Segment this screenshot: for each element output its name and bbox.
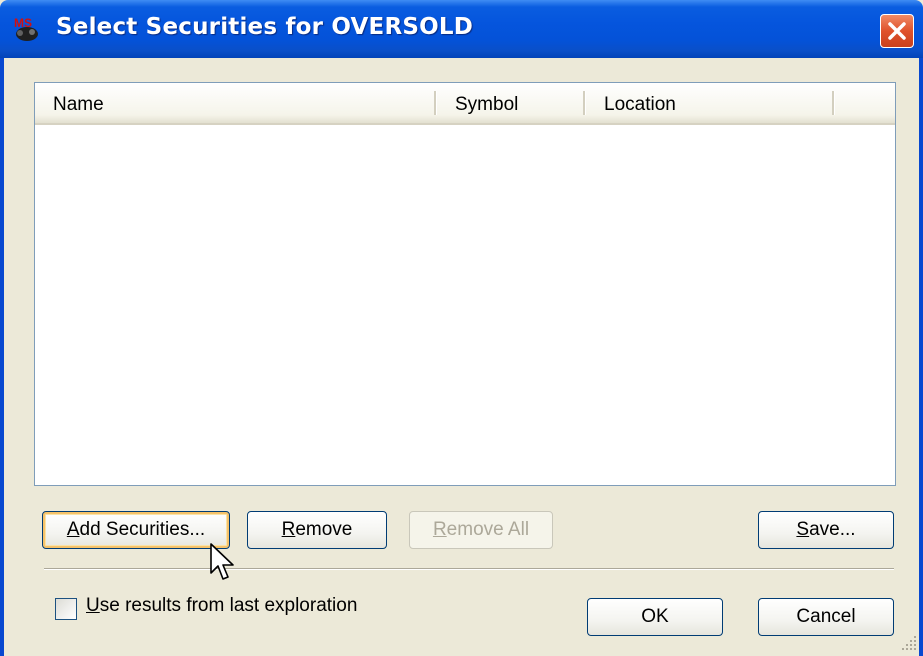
save-button[interactable]: Save... [758,511,894,549]
dialog-window: MS Select Securities for OVERSOLD Name S… [0,0,923,656]
column-header-location[interactable]: Location [586,83,836,123]
cancel-button[interactable]: Cancel [758,598,894,636]
securities-list[interactable]: Name Symbol Location [34,82,896,486]
list-header: Name Symbol Location [35,83,895,125]
use-results-label[interactable]: Use results from last exploration [86,595,357,617]
window-border-right [919,58,923,656]
button-label: emove All [446,519,530,540]
mouse-pointer-icon [210,543,234,580]
close-icon [888,22,906,40]
accelerator-key: A [66,519,80,540]
checkbox-label-text: se results from last exploration [99,595,358,616]
title-bar[interactable]: MS Select Securities for OVERSOLD [0,0,923,58]
window-border-left [0,58,4,656]
column-header-symbol[interactable]: Symbol [437,83,587,123]
separator-line [44,568,894,570]
add-securities-button[interactable]: Add Securities... [42,511,230,549]
accelerator-key: S [796,519,810,540]
button-label: ave... [809,519,856,540]
remove-all-button[interactable]: Remove All [409,511,553,549]
button-label: dd Securities... [79,519,206,540]
column-header-name[interactable]: Name [35,83,433,123]
resize-grip-icon[interactable] [900,634,920,654]
remove-button[interactable]: Remove [247,511,387,549]
use-results-checkbox[interactable] [55,598,77,620]
accelerator-key: R [281,519,296,540]
app-icon: MS [14,16,38,41]
column-divider[interactable] [832,91,835,115]
button-label: emove [295,519,353,540]
ok-button[interactable]: OK [587,598,723,636]
window-title: Select Securities for OVERSOLD [56,14,474,40]
accelerator-key: R [432,519,447,540]
close-button[interactable] [880,14,914,48]
accelerator-key: U [86,595,100,616]
